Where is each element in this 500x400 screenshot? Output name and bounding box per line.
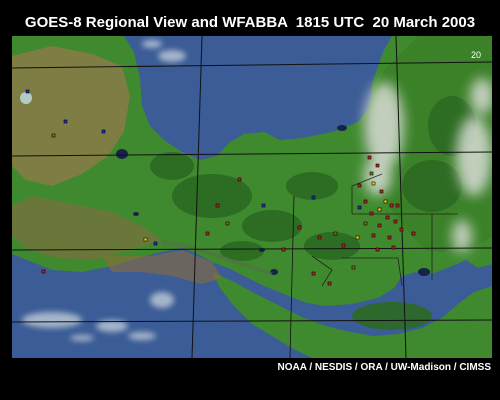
fire-pixel xyxy=(385,215,390,220)
fire-pixel xyxy=(387,235,392,240)
fire-pixel xyxy=(311,271,316,276)
fire-pixel xyxy=(333,231,338,236)
fire-pixel xyxy=(391,245,396,250)
fire-pixel xyxy=(393,219,398,224)
fire-pixel xyxy=(357,183,362,188)
fire-pixel xyxy=(351,265,356,270)
fire-pixel xyxy=(377,207,382,212)
fire-pixel xyxy=(377,223,382,228)
fire-pixel xyxy=(369,211,374,216)
fire-pixel xyxy=(311,195,316,200)
fire-pixel xyxy=(371,233,376,238)
fire-pixel xyxy=(363,199,368,204)
fire-pixel xyxy=(341,243,346,248)
fire-pixel xyxy=(25,89,30,94)
fire-pixel xyxy=(63,119,68,124)
fire-pixel xyxy=(369,171,374,176)
fire-pixel xyxy=(389,203,394,208)
fire-pixel xyxy=(375,163,380,168)
fire-pixel xyxy=(411,231,416,236)
fire-pixel xyxy=(281,247,286,252)
fire-pixel xyxy=(51,133,56,138)
fire-pixel xyxy=(363,221,368,226)
fire-pixel xyxy=(215,203,220,208)
fire-pixel xyxy=(371,181,376,186)
fire-pixel xyxy=(317,235,322,240)
credit-line: NOAA / NESDIS / ORA / UW-Madison / CIMSS xyxy=(277,362,491,373)
fire-pixel xyxy=(297,225,302,230)
fire-pixel xyxy=(375,247,380,252)
fire-pixel xyxy=(143,237,148,242)
map-title: GOES-8 Regional View and WFABBA 1815 UTC… xyxy=(24,14,476,31)
fire-pixel xyxy=(261,203,266,208)
fire-pixel xyxy=(237,177,242,182)
fire-pixel xyxy=(41,269,46,274)
fire-pixel xyxy=(395,203,400,208)
fire-pixel xyxy=(225,221,230,226)
fire-pixel xyxy=(379,189,384,194)
fire-pixel xyxy=(101,129,106,134)
fire-pixel xyxy=(399,227,404,232)
fire-pixel xyxy=(327,281,332,286)
fire-pixel xyxy=(383,199,388,204)
satellite-map xyxy=(12,36,492,358)
fire-pixel xyxy=(357,205,362,210)
fire-pixel xyxy=(355,235,360,240)
frame-number: 20 xyxy=(471,50,482,60)
fire-pixel xyxy=(205,231,210,236)
fire-pixel xyxy=(367,155,372,160)
fire-pixel xyxy=(153,241,158,246)
